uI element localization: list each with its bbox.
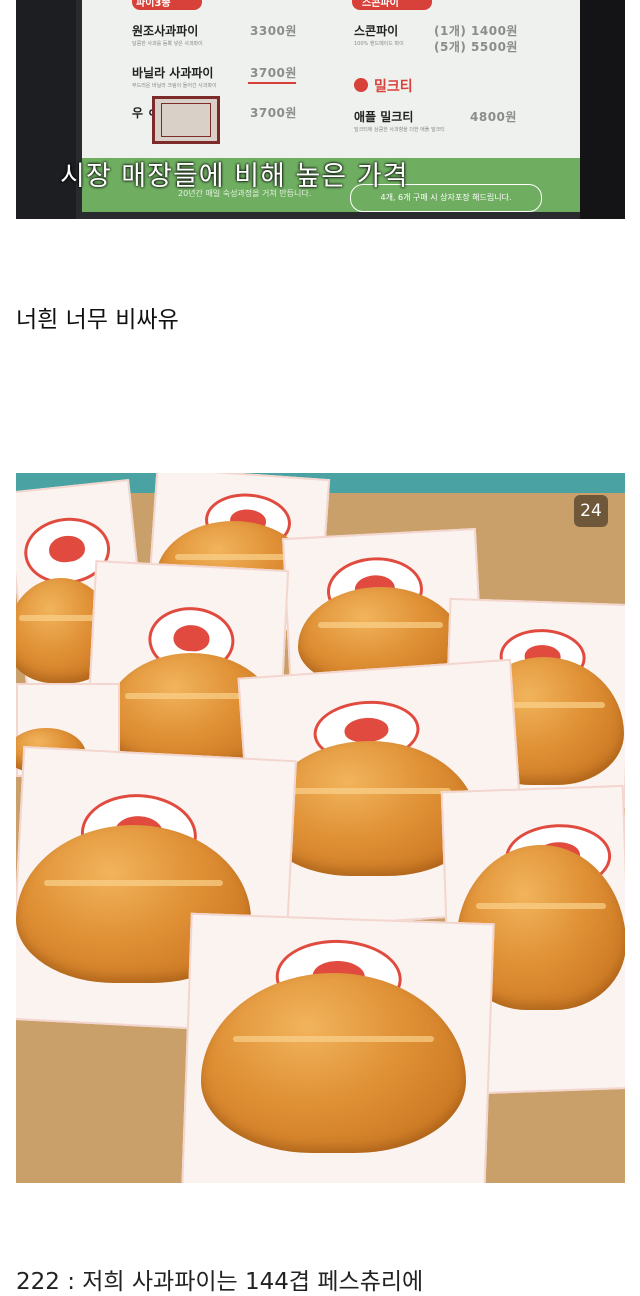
menu-item-price: 3700원 [250,106,297,120]
menu-item-name: 애플 밀크티 [354,110,414,124]
post-caption: 너흰 너무 비싸유 [16,307,179,333]
menu-item-name: 원조사과파이 [132,24,199,38]
menu-item-price: (5개) 5500원 [434,40,518,54]
milk-header: 밀크티 [374,79,413,95]
menu-item-name: 바닐라 사과파이 [132,66,214,80]
menu-item-name: 스콘파이 [354,24,399,38]
menu-item-desc: 부드러운 바닐라 크림이 들어간 사과파이 [132,83,217,89]
menu-item-price: (1개) 1400원 [434,24,518,38]
menu-item-desc: 100% 핸드메이드 파이 [354,41,404,47]
stamp-logo [152,96,220,144]
menu-item-desc: 밀크티에 상큼한 사과향을 더한 애플 밀크티 [354,127,445,133]
menu-header-right: 스콘파이 [362,0,399,9]
menu-item-price: 3300원 [250,24,297,38]
menu-item-price: 3700원 [250,66,297,80]
menu-item-desc: 달콤한 사과를 듬뿍 넣은 사과파이 [132,41,203,47]
apple-icon [354,78,368,92]
photo-subtitle: 시장 매장들에 비해 높은 가격 [60,161,409,192]
price-underline [248,82,296,84]
pastry-tray-photo[interactable]: 24 [16,473,625,1183]
menu-board-photo[interactable]: 파이3종 스콘파이 원조사과파이 달콤한 사과를 듬뿍 넣은 사과파이 3300… [16,0,625,219]
menu-header-left: 파이3종 [136,0,171,9]
photo-right-shadow [580,0,625,219]
image-counter-badge: 24 [574,495,608,527]
menu-item-price: 4800원 [470,110,517,124]
post-next-line: 222 : 저희 사과파이는 144겹 페스츄리에 [16,1269,424,1295]
